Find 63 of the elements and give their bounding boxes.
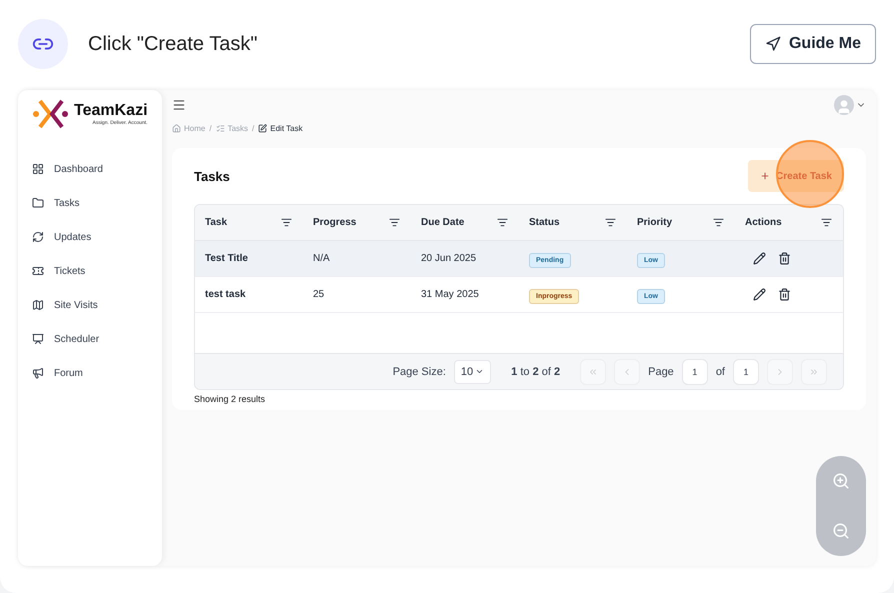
column-header[interactable]: Actions — [735, 205, 843, 240]
delete-icon[interactable] — [778, 288, 791, 301]
navigation-arrow-icon — [764, 36, 781, 52]
results-count: Showing 2 results — [194, 394, 266, 404]
sidebar-item[interactable]: Forum — [18, 356, 162, 390]
breadcrumb-icon — [216, 124, 225, 132]
breadcrumb-icon — [258, 124, 268, 132]
delete-icon[interactable] — [778, 252, 791, 265]
filter-icon[interactable] — [821, 217, 832, 228]
page-range: 1 to 2 of 2 — [511, 366, 560, 378]
sidebar-item-icon — [32, 367, 44, 379]
page-number: 1 — [682, 358, 708, 384]
table-cell-text: N/A — [312, 253, 331, 264]
table-cell-text: 25 — [312, 289, 326, 300]
plus-icon — [760, 171, 770, 181]
column-header[interactable]: Status — [519, 205, 627, 240]
guide-me-button[interactable]: Guide Me — [750, 24, 876, 64]
sidebar-item[interactable]: Tasks — [18, 186, 162, 220]
sidebar-item-icon — [32, 231, 44, 243]
logo-icon — [32, 98, 70, 130]
card-title: Tasks — [194, 168, 230, 184]
page-size-select[interactable]: 10 — [454, 360, 492, 384]
filter-icon[interactable] — [713, 217, 724, 228]
table-cell-text: 31 May 2025 — [420, 289, 480, 300]
column-header[interactable]: Priority — [627, 205, 735, 240]
sidebar-item-icon — [32, 299, 44, 311]
page-size-label: Page Size: — [392, 366, 446, 378]
breadcrumb-item: Edit Task — [258, 124, 303, 132]
breadcrumb-icon — [172, 124, 181, 132]
breadcrumb-separator: / — [252, 124, 254, 132]
person-icon — [836, 99, 852, 115]
total-pages: 1 — [733, 358, 759, 384]
column-header[interactable]: Due Date — [411, 205, 519, 240]
first-page-icon — [588, 366, 598, 376]
column-header[interactable]: Progress — [303, 205, 411, 240]
filter-icon[interactable] — [605, 217, 616, 228]
edit-icon[interactable] — [753, 252, 766, 265]
filter-icon[interactable] — [389, 217, 400, 228]
sidebar-item-icon — [32, 163, 44, 175]
caret-icon — [475, 367, 484, 376]
sidebar-item-icon — [32, 333, 44, 345]
table-cell-text: test task — [204, 289, 247, 300]
menu-icon[interactable] — [172, 98, 186, 112]
page-label: Page — [648, 366, 674, 378]
sidebar-item[interactable]: Dashboard — [18, 152, 162, 186]
column-header[interactable]: Task — [195, 205, 303, 240]
table-cell-text: 20 Jun 2025 — [420, 253, 478, 264]
sidebar-item[interactable]: Site Visits — [18, 288, 162, 322]
filter-icon[interactable] — [497, 217, 508, 228]
sidebar-item[interactable]: Scheduler — [18, 322, 162, 356]
table-cell-text: Test Title — [204, 253, 249, 264]
sidebar-item-icon — [32, 197, 44, 209]
sidebar-item[interactable]: Updates — [18, 220, 162, 254]
edit-icon[interactable] — [753, 288, 766, 301]
breadcrumb-separator: / — [209, 124, 212, 132]
of-label: of — [716, 366, 725, 378]
sidebar-item[interactable]: Tickets — [18, 254, 162, 288]
logo-name: TeamKazi — [74, 102, 148, 120]
link-icon — [18, 19, 68, 69]
sidebar-item-icon — [32, 265, 44, 277]
last-page-icon — [809, 366, 819, 376]
filter-icon[interactable] — [281, 217, 292, 228]
step-title: Click "Create Task" — [88, 32, 258, 56]
